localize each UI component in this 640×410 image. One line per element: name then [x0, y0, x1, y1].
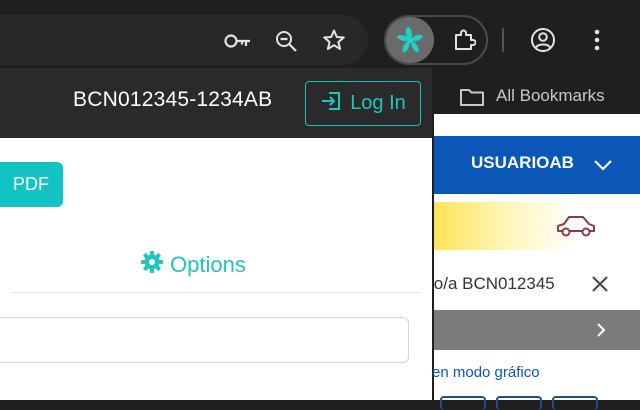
vehicle-banner	[434, 202, 640, 250]
options-link[interactable]: Options	[140, 250, 246, 280]
toolbar-separator	[502, 28, 504, 52]
search-row: io/a BCN012345	[430, 264, 640, 304]
search-value: io/a BCN012345	[430, 274, 555, 293]
popup-header: BCN012345-1234AB Log In	[0, 68, 432, 138]
login-icon	[320, 90, 342, 118]
close-icon[interactable]	[590, 274, 610, 294]
user-menu-label[interactable]: USUARIOAB	[471, 153, 574, 173]
all-bookmarks-link[interactable]: All Bookmarks	[496, 86, 605, 106]
login-label: Log In	[350, 92, 406, 114]
password-key-icon[interactable]	[222, 28, 254, 54]
folder-icon[interactable]	[458, 84, 486, 110]
popup-divider	[10, 292, 422, 293]
section-bar[interactable]	[434, 310, 640, 350]
puzzle-extensions-icon[interactable]	[450, 26, 478, 54]
page-button-2[interactable]	[496, 396, 542, 410]
bookmark-star-icon[interactable]	[320, 26, 348, 54]
vehicle-code: BCN012345-1234AB	[73, 88, 273, 111]
graphic-mode-link[interactable]: en modo gráfico	[432, 364, 540, 381]
extension-logo-icon[interactable]	[396, 26, 424, 54]
car-icon	[554, 209, 598, 243]
chevron-right-icon[interactable]	[594, 320, 608, 340]
gear-icon	[140, 250, 164, 280]
login-button[interactable]: Log In	[305, 81, 421, 126]
zoom-out-icon[interactable]	[272, 27, 300, 55]
extension-popup: BCN012345-1234AB Log In PDF Options	[0, 68, 432, 400]
options-label: Options	[170, 252, 246, 277]
page-button-3[interactable]	[552, 396, 598, 410]
web-page: USUARIOAB io/a BCN012345 en modo gráfico	[430, 114, 640, 410]
bookmarks-bar: All Bookmarks	[434, 80, 640, 114]
pdf-button[interactable]: PDF	[0, 162, 63, 207]
address-bar[interactable]	[0, 15, 368, 65]
popup-input-field[interactable]	[0, 317, 409, 363]
menu-kebab-icon[interactable]	[586, 26, 608, 54]
page-button-1[interactable]	[440, 396, 486, 410]
chevron-down-icon[interactable]	[592, 154, 614, 176]
pdf-label: PDF	[13, 174, 49, 194]
profile-icon[interactable]	[529, 26, 557, 54]
user-header-bar: USUARIOAB	[434, 136, 640, 194]
